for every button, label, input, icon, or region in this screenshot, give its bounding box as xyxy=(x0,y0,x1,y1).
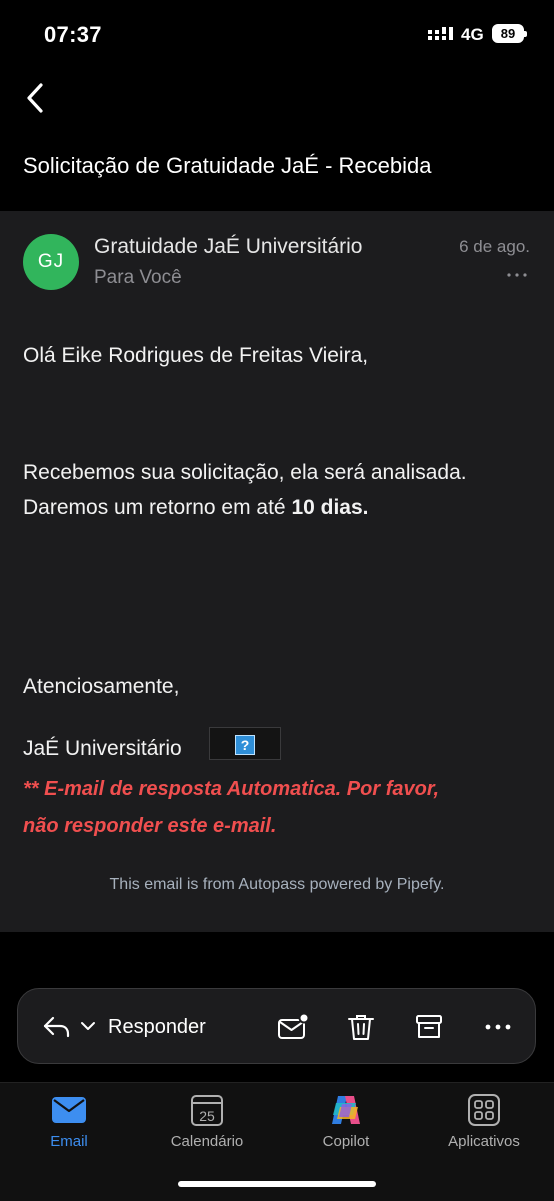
action-bar: Responder xyxy=(17,988,536,1064)
greeting-text: Olá Eike Rodrigues de Freitas Vieira, xyxy=(23,344,369,367)
deadline-bold: 10 dias. xyxy=(291,496,369,519)
auto-reply-warning-1: ** E-mail de resposta Automatica. Por fa… xyxy=(23,778,440,800)
sender-avatar[interactable]: GJ xyxy=(23,234,79,290)
tab-copilot[interactable]: Copilot xyxy=(277,1083,415,1163)
home-indicator[interactable] xyxy=(178,1181,376,1187)
status-time: 07:37 xyxy=(44,22,102,47)
email-date: 6 de ago. xyxy=(459,237,530,256)
calendar-icon: 25 xyxy=(191,1095,223,1126)
email-subject: Solicitação de Gratuidade JaÉ - Recebida xyxy=(23,153,432,178)
broken-image: ? xyxy=(209,727,281,760)
back-button[interactable] xyxy=(22,78,52,118)
message-line-2-prefix: Daremos um retorno em até xyxy=(23,496,292,519)
tab-calendar-label: Calendário xyxy=(170,1133,244,1150)
tab-email-label: Email xyxy=(50,1133,88,1150)
tab-calendar[interactable]: 25 Calendário xyxy=(138,1083,276,1163)
mail-icon xyxy=(52,1097,86,1123)
tab-apps-label: Aplicativos xyxy=(448,1133,520,1150)
archive-icon[interactable] xyxy=(413,1012,445,1042)
reply-icon[interactable] xyxy=(42,1013,72,1041)
tab-apps[interactable]: Aplicativos xyxy=(415,1083,553,1163)
apps-icon xyxy=(468,1094,500,1126)
message-line-1: Recebemos sua solicitação, ela será anal… xyxy=(23,461,467,484)
trash-icon[interactable] xyxy=(345,1012,377,1042)
signal-icon xyxy=(428,27,453,40)
more-icon[interactable] xyxy=(482,1012,514,1042)
status-bar: 07:37 4G 89 xyxy=(0,0,554,72)
signature-text: JaÉ Universitário xyxy=(23,737,182,760)
tab-copilot-label: Copilot xyxy=(322,1133,370,1150)
copilot-icon xyxy=(332,1096,360,1124)
mark-unread-icon[interactable] xyxy=(277,1012,309,1042)
battery-indicator: 89 xyxy=(492,24,527,43)
auto-reply-warning-2: não responder este e-mail. xyxy=(23,815,277,837)
message-more-icon[interactable] xyxy=(506,270,528,280)
tab-email[interactable]: Email xyxy=(0,1083,138,1163)
regards-text: Atenciosamente, xyxy=(23,675,180,698)
message-line-2: Daremos um retorno em até 10 dias. xyxy=(23,492,369,523)
reply-button[interactable]: Responder xyxy=(108,1016,206,1039)
network-type: 4G xyxy=(461,25,484,44)
recipient-line[interactable]: Para Você xyxy=(94,267,182,289)
calendar-date: 25 xyxy=(199,1108,215,1124)
footer-note: This email is from Autopass powered by P… xyxy=(109,876,445,893)
broken-image-icon: ? xyxy=(235,735,255,755)
sender-name[interactable]: Gratuidade JaÉ Universitário xyxy=(94,235,362,259)
chevron-down-icon[interactable] xyxy=(80,1019,96,1033)
